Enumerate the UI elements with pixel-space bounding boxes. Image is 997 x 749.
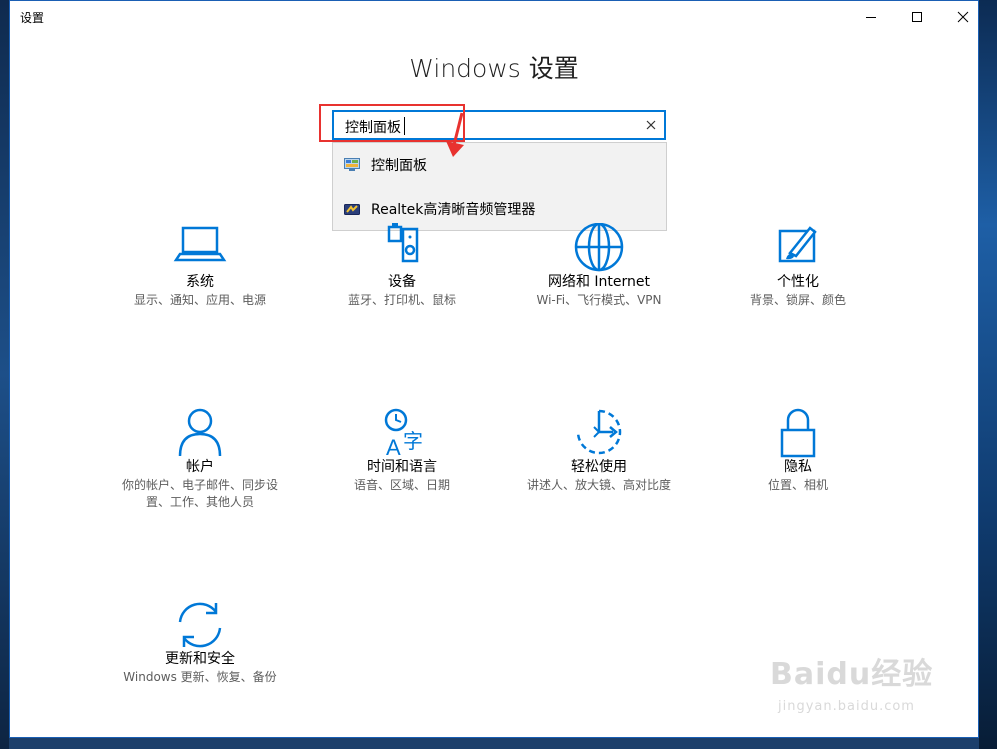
ease-of-access-icon xyxy=(576,409,622,455)
search-input[interactable]: 控制面板 xyxy=(345,117,401,137)
suggestion-label: Realtek高清晰音频管理器 xyxy=(371,202,536,218)
person-icon xyxy=(178,408,222,457)
tile-name: 设备 xyxy=(388,274,416,290)
window-title: 设置 xyxy=(20,11,45,25)
paintbrush-icon xyxy=(778,226,817,263)
baidu-watermark: Baidu经验 jingyan.baidu.com xyxy=(770,641,990,731)
search-suggestions: 控制面板 Realtek高清晰音频管理器 xyxy=(332,142,667,231)
tile-update-security[interactable]: 更新和安全 Windows 更新、恢复、备份 xyxy=(110,600,290,686)
time-language-icon: A 字 xyxy=(384,408,423,458)
search-box[interactable]: 控制面板 xyxy=(332,110,666,140)
tile-devices[interactable]: 设备 蓝牙、打印机、鼠标 xyxy=(312,223,492,309)
minimize-icon xyxy=(866,17,876,18)
tile-name: 时间和语言 xyxy=(367,459,437,475)
text-caret xyxy=(404,117,405,135)
tile-privacy[interactable]: 隐私 位置、相机 xyxy=(708,408,888,494)
tile-name: 更新和安全 xyxy=(165,651,235,667)
page-title: Windows 设置 xyxy=(409,54,579,83)
settings-window: 设置 Windows 设置 控制面板 控制面板 Realtek高清晰音频管理器 … xyxy=(9,0,979,738)
tile-description: Windows 更新、恢复、备份 xyxy=(123,670,277,684)
watermark-brand: Baidu经验 xyxy=(770,657,934,692)
suggestion-label: 控制面板 xyxy=(371,158,427,174)
maximize-icon xyxy=(912,12,922,22)
tile-description: 语音、区域、日期 xyxy=(353,478,450,492)
tile-description: 显示、通知、应用、电源 xyxy=(133,293,266,307)
tile-ease-of-access[interactable]: 轻松使用 讲述人、放大镜、高对比度 xyxy=(509,408,689,494)
clear-search-icon[interactable] xyxy=(644,118,658,132)
maximize-button[interactable] xyxy=(894,1,940,33)
tile-name: 网络和 Internet xyxy=(547,274,651,290)
lock-icon xyxy=(780,408,816,458)
sync-icon xyxy=(178,602,222,648)
svg-text:A: A xyxy=(386,435,401,458)
close-button[interactable] xyxy=(940,1,986,33)
desktop-background-left xyxy=(0,0,9,749)
title-bar[interactable]: 设置 xyxy=(10,1,978,33)
tile-system[interactable]: 系统 显示、通知、应用、电源 xyxy=(110,223,290,309)
tile-network[interactable]: 网络和 Internet Wi-Fi、飞行模式、VPN xyxy=(509,223,689,309)
annotation-arrow xyxy=(446,112,464,157)
watermark-url: jingyan.baidu.com xyxy=(778,699,915,714)
tile-description: Wi-Fi、飞行模式、VPN xyxy=(536,293,662,307)
devices-icon xyxy=(387,223,419,263)
tile-name: 系统 xyxy=(186,274,214,290)
svg-text:字: 字 xyxy=(403,429,423,453)
tile-name: 轻松使用 xyxy=(571,459,627,475)
tile-accounts[interactable]: 帐户 你的帐户、电子邮件、同步设置、工作、其他人员 xyxy=(110,408,290,511)
tile-personalization[interactable]: 个性化 背景、锁屏、颜色 xyxy=(708,223,888,309)
tile-description: 背景、锁屏、颜色 xyxy=(749,293,846,307)
minimize-button[interactable] xyxy=(848,1,894,33)
desktop-background-right xyxy=(979,0,997,749)
suggestion-control-panel[interactable]: 控制面板 xyxy=(333,143,666,187)
tile-description: 你的帐户、电子邮件、同步设置、工作、其他人员 xyxy=(121,478,278,509)
tile-description: 位置、相机 xyxy=(767,478,828,492)
close-icon xyxy=(957,11,969,23)
tile-description: 蓝牙、打印机、鼠标 xyxy=(347,293,456,307)
laptop-icon xyxy=(173,226,227,262)
tile-name: 个性化 xyxy=(777,274,819,290)
control-panel-icon xyxy=(344,158,360,171)
tile-description: 讲述人、放大镜、高对比度 xyxy=(526,478,671,492)
globe-icon xyxy=(574,223,624,272)
tile-time-language[interactable]: A 字 时间和语言 语音、区域、日期 xyxy=(312,408,492,494)
realtek-audio-icon xyxy=(344,204,360,215)
tile-name: 隐私 xyxy=(784,459,812,475)
tile-name: 帐户 xyxy=(186,459,214,475)
